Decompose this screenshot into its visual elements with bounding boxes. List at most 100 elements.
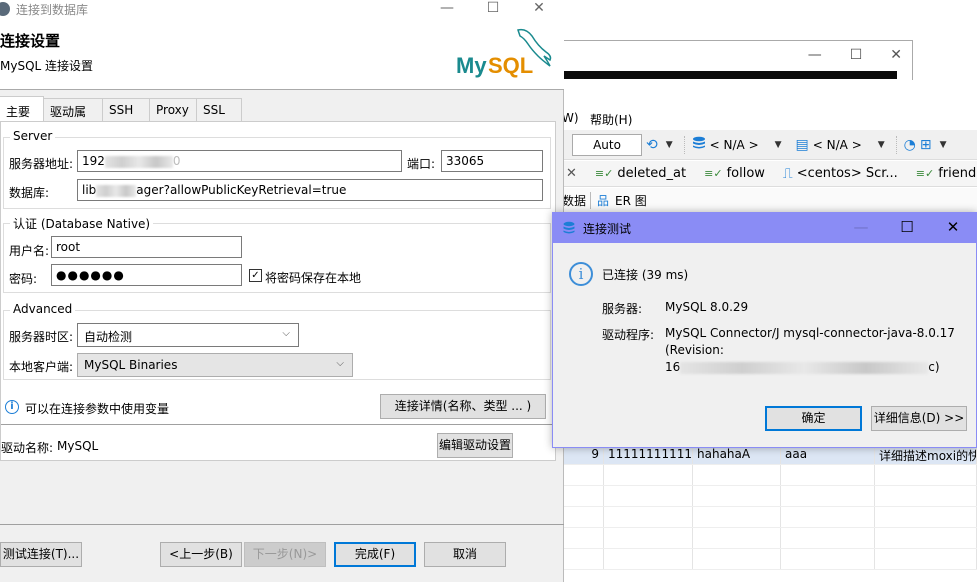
close-icon[interactable]: ✕ xyxy=(890,47,902,63)
table-row[interactable] xyxy=(564,486,977,507)
history-icon[interactable]: ⟲ xyxy=(646,137,658,153)
chevron-down-icon[interactable]: ▼ xyxy=(940,140,947,150)
table-cell[interactable] xyxy=(564,465,604,485)
port-input[interactable]: 33065 xyxy=(441,150,543,172)
transaction-mode-box[interactable]: Auto xyxy=(572,133,642,156)
test-connection-button[interactable]: 测试连接(T)... xyxy=(0,542,82,567)
table-cell[interactable] xyxy=(564,507,604,527)
editor-tab[interactable]: ≡✓ friend xyxy=(916,166,976,181)
popup-title: 连接测试 xyxy=(583,222,632,236)
host-value-suffix: 0 xyxy=(172,154,181,168)
close-tab-icon[interactable]: ✕ xyxy=(566,166,577,181)
table-row[interactable] xyxy=(564,507,977,528)
table-cell[interactable] xyxy=(604,528,693,548)
close-icon[interactable]: ✕ xyxy=(930,213,976,241)
sub-tab-data[interactable]: 数据 xyxy=(562,191,592,209)
connection-details-button[interactable]: 连接详情(名称、类型 ... ) xyxy=(380,394,546,419)
database-icon xyxy=(563,221,575,235)
password-input[interactable]: ●●●●●● xyxy=(51,264,242,286)
server-group-legend: Server xyxy=(10,129,56,143)
table-cell[interactable] xyxy=(875,549,977,569)
toolbar-separator xyxy=(683,135,685,154)
minimize-icon[interactable]: — xyxy=(838,213,884,241)
username-input[interactable]: root xyxy=(51,236,242,258)
editor-tab[interactable]: ≡✓ follow xyxy=(704,166,765,181)
save-password-label: 将密码保存在本地 xyxy=(265,271,362,285)
dashboard-icon[interactable]: ◔ xyxy=(904,137,916,153)
table-row[interactable] xyxy=(564,549,977,570)
table-row[interactable] xyxy=(564,528,977,549)
tab-ssh[interactable]: SSH xyxy=(102,98,150,122)
tab-main[interactable]: 主要 xyxy=(0,96,44,122)
table-cell[interactable] xyxy=(604,549,693,569)
tab-ssl[interactable]: SSL xyxy=(196,98,242,122)
maximize-icon[interactable]: ☐ xyxy=(884,213,930,241)
table-cell[interactable] xyxy=(875,507,977,527)
ok-button[interactable]: 确定 xyxy=(765,406,862,431)
table-cell[interactable] xyxy=(604,486,693,506)
menu-help[interactable]: 帮助(H) xyxy=(590,111,632,128)
table-cell[interactable] xyxy=(875,465,977,485)
close-icon[interactable]: ✕ xyxy=(516,0,562,16)
chevron-down-icon[interactable]: ▼ xyxy=(775,140,782,150)
schema-selector[interactable]: < N/A > xyxy=(813,138,862,152)
table-cell[interactable] xyxy=(781,465,875,485)
table-cell[interactable] xyxy=(875,486,977,506)
driver-name-label: 驱动名称: xyxy=(1,441,54,455)
details-button[interactable]: 详细信息(D) >> xyxy=(871,406,967,431)
menu-window-partial[interactable]: W) xyxy=(562,111,579,125)
table-cell[interactable] xyxy=(564,528,604,548)
maximize-icon[interactable]: ☐ xyxy=(470,0,516,16)
local-client-select[interactable]: MySQL Binaries ⌵ xyxy=(77,353,353,377)
chevron-down-icon[interactable]: ▼ xyxy=(878,140,885,150)
editor-tab[interactable]: ≡✓ deleted_at xyxy=(595,166,686,181)
editor-tabs: ✕ ≡✓ deleted_at ≡✓ follow ⎍ <centos> Scr...… xyxy=(560,161,977,187)
table-cell[interactable] xyxy=(781,507,875,527)
table-cell[interactable] xyxy=(693,486,781,506)
timezone-value: 自动检测 xyxy=(84,330,133,344)
table-cell[interactable] xyxy=(604,465,693,485)
background-toolbar: Auto ⟲ ▼ < N/A > ▼ ▤ < N/A > ▼ ◔ ⊞ ▼ xyxy=(560,130,977,160)
tab-driver-properties[interactable]: 驱动属性 xyxy=(43,98,103,136)
table-cell[interactable] xyxy=(693,507,781,527)
datasource-selector[interactable]: < N/A > xyxy=(710,138,759,152)
table-cell[interactable] xyxy=(781,486,875,506)
chevron-down-icon: ⌵ xyxy=(336,358,344,369)
schema-icon: ▤ xyxy=(795,136,809,153)
local-client-label: 本地客户端: xyxy=(9,360,74,374)
table-cell[interactable] xyxy=(604,507,693,527)
host-input[interactable]: 192 0 xyxy=(77,150,402,172)
info-icon: i xyxy=(5,400,19,414)
table-row[interactable] xyxy=(564,465,977,486)
table-cell[interactable] xyxy=(875,528,977,548)
cancel-button[interactable]: 取消 xyxy=(424,542,506,567)
save-password-checkbox[interactable]: ✓ xyxy=(249,269,262,282)
driver-line-3: 16 c) xyxy=(665,360,940,374)
back-button[interactable]: <上一步(B) xyxy=(160,542,242,567)
table-check-icon: ≡✓ xyxy=(915,167,935,180)
table-cell[interactable] xyxy=(781,528,875,548)
server-label: 服务器: xyxy=(602,302,643,316)
timezone-select[interactable]: 自动检测 ⌵ xyxy=(77,323,299,347)
tab-proxy[interactable]: Proxy xyxy=(149,98,197,122)
table-cell[interactable] xyxy=(781,549,875,569)
finish-button[interactable]: 完成(F) xyxy=(334,542,416,567)
next-button[interactable]: 下一步(N)> xyxy=(244,542,326,567)
table-cell[interactable] xyxy=(564,549,604,569)
password-label: 密码: xyxy=(9,272,38,286)
minimize-icon[interactable]: — xyxy=(424,0,470,16)
table-cell[interactable] xyxy=(693,465,781,485)
sub-tab-er[interactable]: ER 图 xyxy=(615,192,647,209)
editor-tab[interactable]: ⎍ <centos> Scr... xyxy=(783,166,898,182)
hierarchy-icon[interactable]: ⊞ xyxy=(920,137,932,153)
maximize-icon[interactable]: ☐ xyxy=(850,47,863,63)
driver-name-value: MySQL xyxy=(57,439,99,453)
table-cell[interactable] xyxy=(564,486,604,506)
chevron-down-icon[interactable]: ▼ xyxy=(666,140,673,150)
database-value-suffix: ager?allowPublicKeyRetrieval=true xyxy=(136,183,347,197)
table-cell[interactable] xyxy=(693,549,781,569)
database-input[interactable]: lib ager?allowPublicKeyRetrieval=true xyxy=(77,179,543,201)
minimize-icon[interactable]: — xyxy=(808,47,822,63)
table-cell[interactable] xyxy=(693,528,781,548)
edit-driver-button[interactable]: 编辑驱动设置 xyxy=(437,433,513,458)
